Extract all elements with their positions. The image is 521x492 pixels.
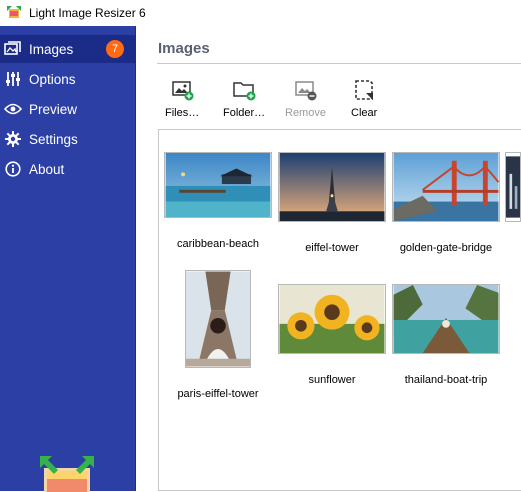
sidebar: Images 7 Options Preview Settings About (0, 26, 136, 492)
image-tile[interactable]: golden-gate-bridge (391, 152, 501, 254)
image-gallery[interactable]: caribbean-beach eiffel-tower golden-gate… (158, 129, 521, 491)
sliders-icon (4, 70, 22, 88)
add-folder-button[interactable]: Folder… (223, 78, 265, 122)
title-bar: Light Image Resizer 6 (0, 0, 521, 26)
image-thumbnail (505, 152, 521, 222)
add-files-label: Files… (165, 107, 200, 119)
sidebar-item-label: Options (29, 71, 76, 87)
main-panel: Images Files… Folder… Remove Clear carib… (137, 26, 521, 491)
remove-image-icon (295, 81, 317, 101)
divider (157, 63, 521, 64)
image-thumbnail (278, 284, 386, 354)
remove-label: Remove (285, 107, 326, 119)
eye-icon (4, 100, 22, 118)
sidebar-item-label: About (29, 161, 65, 177)
image-tile[interactable] (505, 152, 521, 222)
sidebar-item-label: Preview (29, 101, 78, 117)
sidebar-item-images[interactable]: Images 7 (0, 35, 136, 63)
image-thumbnail (392, 284, 500, 354)
image-name: caribbean-beach (177, 238, 259, 250)
add-folder-icon (233, 82, 256, 101)
clear-button[interactable]: Clear (351, 78, 377, 122)
sidebar-item-preview[interactable]: Preview (0, 95, 136, 123)
image-count-badge: 7 (106, 40, 124, 58)
image-name: eiffel-tower (305, 242, 359, 254)
image-tile[interactable]: sunflower (277, 284, 387, 386)
info-icon (4, 160, 22, 178)
image-name: paris-eiffel-tower (177, 388, 259, 400)
page-title: Images (158, 40, 210, 57)
app-logo-icon (40, 456, 94, 492)
add-image-icon (172, 81, 194, 101)
image-thumbnail (278, 152, 386, 222)
image-tile[interactable]: eiffel-tower (277, 152, 387, 254)
clear-icon (355, 80, 374, 100)
sidebar-item-settings[interactable]: Settings (0, 125, 136, 153)
clear-label: Clear (351, 107, 378, 119)
image-tile[interactable]: caribbean-beach (163, 152, 273, 250)
image-thumbnail (164, 152, 272, 218)
sidebar-item-label: Images (29, 41, 74, 57)
sidebar-item-about[interactable]: About (0, 155, 136, 183)
window-title: Light Image Resizer 6 (29, 6, 146, 20)
sidebar-item-options[interactable]: Options (0, 65, 136, 93)
images-icon (4, 40, 22, 58)
image-name: sunflower (308, 374, 356, 386)
image-thumbnail (185, 270, 251, 368)
image-name: thailand-boat-trip (404, 374, 488, 386)
remove-button[interactable]: Remove (285, 78, 326, 122)
sidebar-item-label: Settings (29, 131, 78, 147)
image-tile[interactable]: thailand-boat-trip (391, 284, 501, 386)
add-files-button[interactable]: Files… (165, 78, 199, 122)
image-thumbnail (392, 152, 500, 222)
app-logo-icon (7, 6, 21, 18)
add-folder-label: Folder… (223, 107, 266, 119)
image-name: golden-gate-bridge (399, 242, 493, 254)
gear-icon (4, 130, 22, 148)
image-tile[interactable]: paris-eiffel-tower (163, 270, 273, 400)
